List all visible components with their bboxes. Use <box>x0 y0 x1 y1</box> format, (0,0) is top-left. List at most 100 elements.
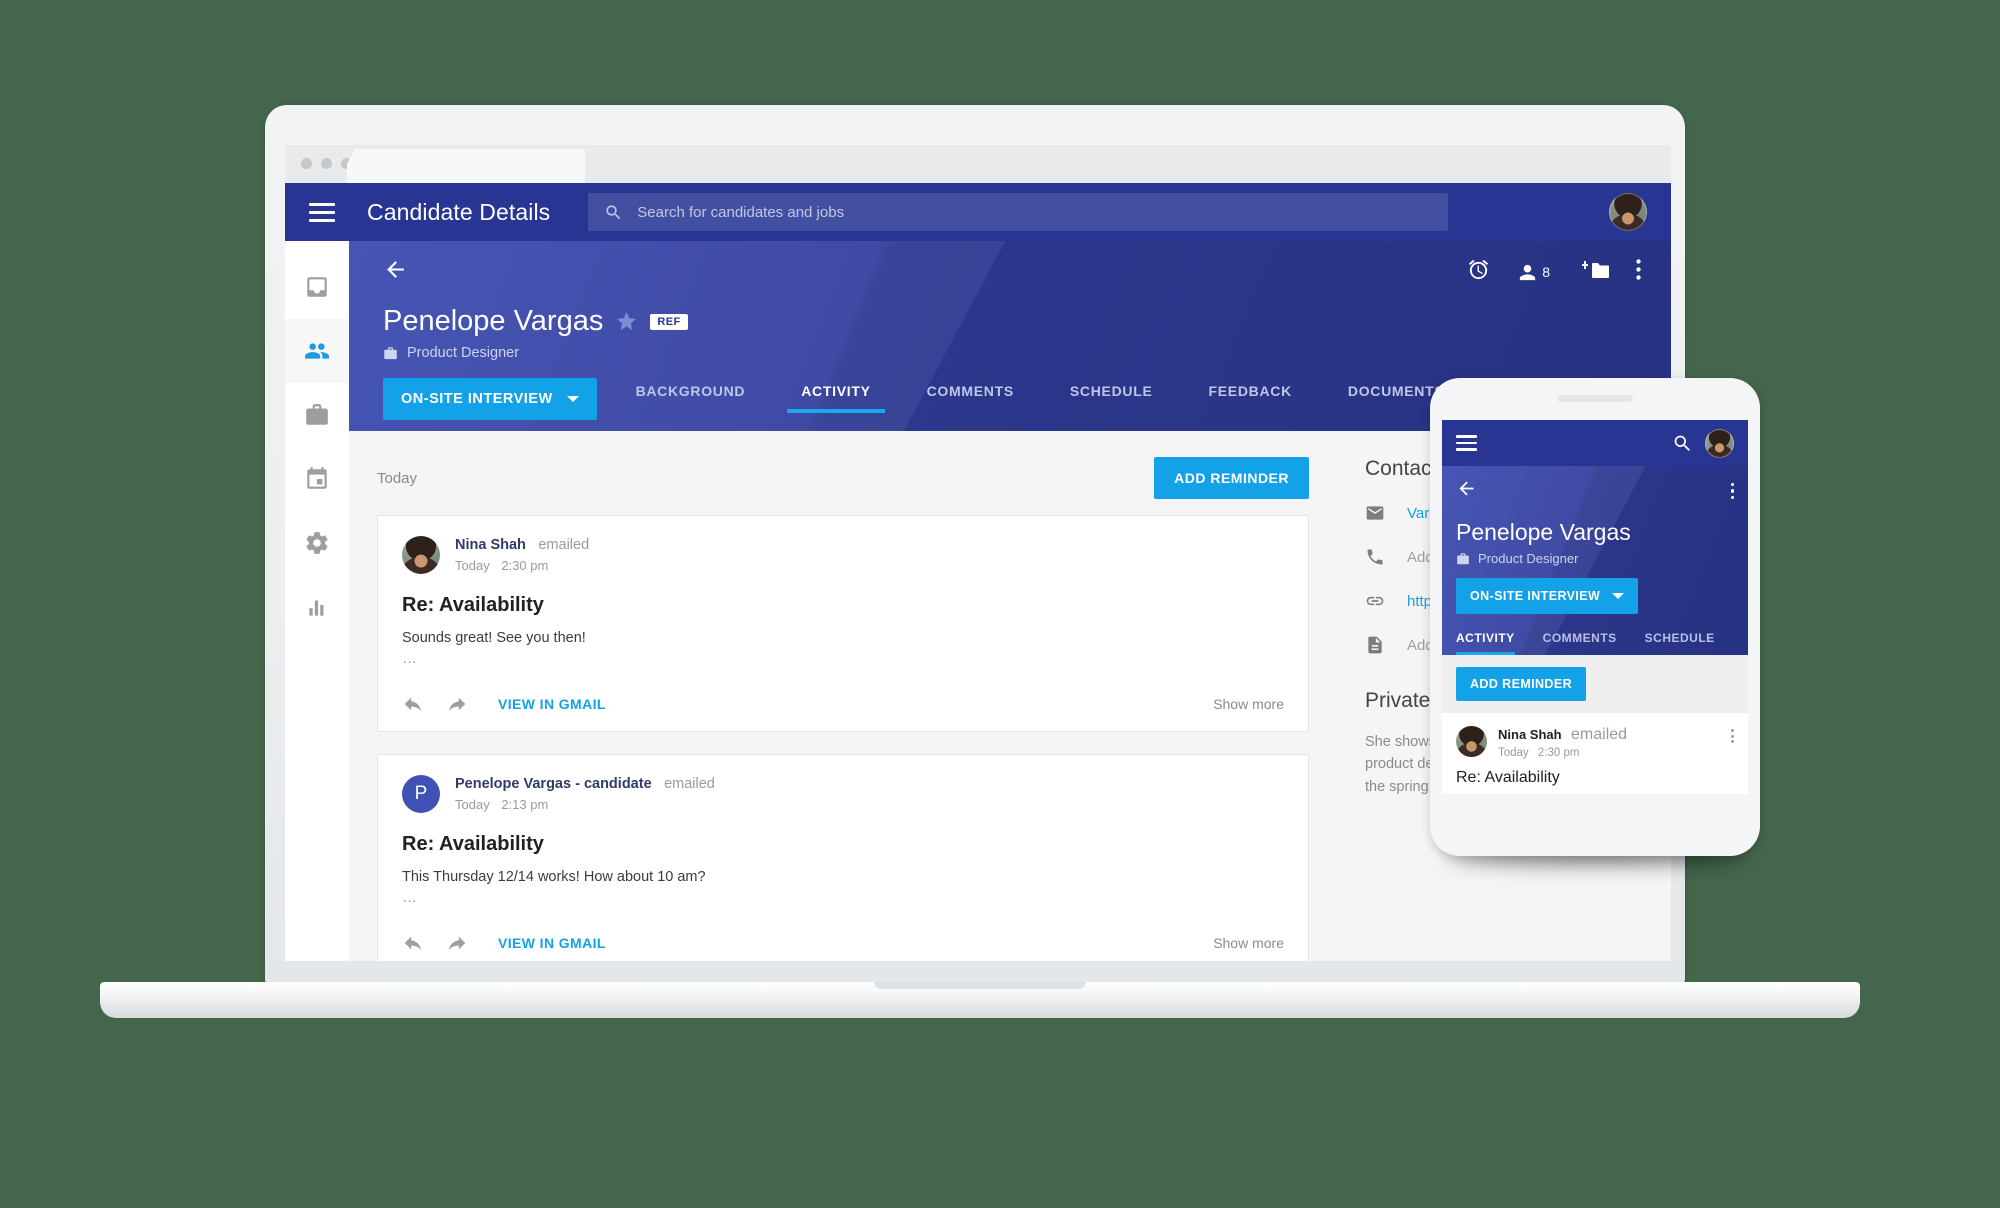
card-day: Today <box>455 558 490 573</box>
add-folder-icon <box>1582 260 1609 278</box>
star-icon[interactable] <box>615 310 638 333</box>
list-item[interactable]: Nina Shah emailed Today 2:30 pm Re: Avai… <box>1442 713 1748 794</box>
card-author-line: Nina Shah emailed <box>455 536 589 554</box>
candidate-role-row: Product Designer <box>1456 551 1734 566</box>
tab-schedule[interactable]: SCHEDULE <box>1631 631 1729 655</box>
activity-card[interactable]: Nina Shah emailed Today 2:30 pm Re: Avai… <box>377 515 1309 732</box>
card-meta: Penelope Vargas - candidate emailed Toda… <box>455 775 715 812</box>
more-options-button[interactable] <box>1730 482 1734 500</box>
people-icon <box>305 343 329 359</box>
reply-icon[interactable] <box>402 932 424 954</box>
avatar <box>1456 726 1487 757</box>
card-day: Today <box>455 797 490 812</box>
collaborator-count: 8 <box>1542 264 1550 280</box>
kebab-menu-icon <box>1636 259 1641 280</box>
card-timestamp: Today 2:30 pm <box>455 558 589 573</box>
sidebar-item-candidates[interactable] <box>285 319 349 383</box>
arrow-left-icon <box>387 261 404 278</box>
add-reminder-button[interactable]: ADD REMINDER <box>1154 457 1309 499</box>
candidate-role: Product Designer <box>1478 551 1579 566</box>
show-more-link[interactable]: Show more <box>1213 696 1284 712</box>
more-options-button[interactable] <box>1636 259 1641 285</box>
card-verb: emailed <box>664 776 715 792</box>
tab-feedback[interactable]: FEEDBACK <box>1181 383 1320 413</box>
candidate-name-row: Penelope Vargas REF <box>383 305 1671 338</box>
phone-screen: Penelope Vargas Product Designer ON-SITE… <box>1442 420 1748 794</box>
search-icon <box>606 204 621 219</box>
bar-chart-icon <box>309 600 324 616</box>
app-top-bar: Candidate Details Search for candidates … <box>285 183 1671 241</box>
phone-speaker <box>1557 395 1633 402</box>
card-time: 2:13 pm <box>501 797 549 812</box>
tab-activity[interactable]: ACTIVITY <box>773 383 898 413</box>
reply-icon[interactable] <box>402 693 424 715</box>
reminder-button[interactable] <box>1467 258 1490 286</box>
add-to-folder-button[interactable] <box>1576 259 1610 286</box>
show-more-link[interactable]: Show more <box>1213 935 1284 951</box>
phone-app-bar <box>1442 420 1748 466</box>
search-icon[interactable] <box>1672 433 1693 454</box>
collaborators-button[interactable]: 8 <box>1516 261 1550 284</box>
sidebar-item-inbox[interactable] <box>285 255 349 319</box>
add-reminder-button[interactable]: ADD REMINDER <box>1456 667 1587 701</box>
back-button[interactable] <box>1456 478 1477 504</box>
sidebar-rail <box>285 241 349 961</box>
sidebar-item-settings[interactable] <box>285 511 349 575</box>
user-avatar[interactable] <box>1609 193 1647 231</box>
phone-mockup: Penelope Vargas Product Designer ON-SITE… <box>1430 378 1760 864</box>
list-item-author: Nina Shah <box>1498 727 1562 742</box>
card-footer: VIEW IN GMAIL Show more <box>402 693 1284 715</box>
search-input[interactable]: Search for candidates and jobs <box>588 193 1449 231</box>
hero-actions: 8 <box>1467 258 1647 286</box>
tab-comments[interactable]: COMMENTS <box>899 383 1042 413</box>
card-ellipsis[interactable]: … <box>402 889 1284 906</box>
phone-hero: Penelope Vargas Product Designer ON-SITE… <box>1442 466 1748 655</box>
forward-icon[interactable] <box>446 932 468 954</box>
list-item-verb: emailed <box>1571 726 1628 743</box>
window-controls[interactable] <box>301 158 352 169</box>
sidebar-item-reports[interactable] <box>285 575 349 639</box>
sidebar-item-jobs[interactable] <box>285 383 349 447</box>
close-dot[interactable] <box>301 158 312 169</box>
stage-dropdown-button[interactable]: ON-SITE INTERVIEW <box>1456 578 1639 614</box>
avatar: P <box>402 775 440 813</box>
menu-icon[interactable] <box>1456 435 1477 451</box>
calendar-icon <box>307 467 327 489</box>
list-item-meta: Nina Shah emailed Today 2:30 pm <box>1498 726 1627 759</box>
forward-icon[interactable] <box>446 693 468 715</box>
hero-toolbar: 8 <box>349 241 1671 287</box>
user-avatar[interactable] <box>1705 428 1734 458</box>
more-options-button[interactable] <box>1731 726 1734 743</box>
tab-comments[interactable]: COMMENTS <box>1529 631 1631 655</box>
card-ellipsis[interactable]: … <box>402 650 1284 667</box>
minimize-dot[interactable] <box>321 158 332 169</box>
card-meta: Nina Shah emailed Today 2:30 pm <box>455 536 589 573</box>
avatar <box>402 536 440 574</box>
candidate-role-row: Product Designer <box>383 345 1671 361</box>
card-timestamp: Today 2:13 pm <box>455 797 715 812</box>
sidebar-item-calendar[interactable] <box>285 447 349 511</box>
card-verb: emailed <box>538 537 590 553</box>
list-item-snippet: Sounds great! See you then! <box>1456 793 1734 794</box>
card-subject: Re: Availability <box>402 594 544 616</box>
email-icon <box>1366 506 1384 520</box>
phone-icon <box>1367 549 1383 565</box>
briefcase-icon <box>306 404 328 425</box>
person-icon <box>1520 264 1536 280</box>
menu-icon[interactable] <box>309 202 335 222</box>
stage-label: ON-SITE INTERVIEW <box>1470 589 1601 603</box>
tab-background[interactable]: BACKGROUND <box>608 383 774 413</box>
view-in-gmail-link[interactable]: VIEW IN GMAIL <box>498 935 606 951</box>
tab-schedule[interactable]: SCHEDULE <box>1042 383 1181 413</box>
briefcase-icon <box>384 346 397 359</box>
activity-feed: Today ADD REMINDER Nina Shah emailed Tod… <box>349 431 1341 961</box>
browser-tab[interactable] <box>347 149 585 183</box>
chevron-down-icon <box>1612 593 1625 599</box>
activity-card[interactable]: P Penelope Vargas - candidate emailed To… <box>377 754 1309 961</box>
gear-icon <box>306 532 328 554</box>
card-subject: Re: Availability <box>402 833 544 855</box>
view-in-gmail-link[interactable]: VIEW IN GMAIL <box>498 696 606 712</box>
tab-activity[interactable]: ACTIVITY <box>1456 631 1529 655</box>
link-icon <box>1366 596 1384 606</box>
back-button[interactable] <box>383 257 408 287</box>
